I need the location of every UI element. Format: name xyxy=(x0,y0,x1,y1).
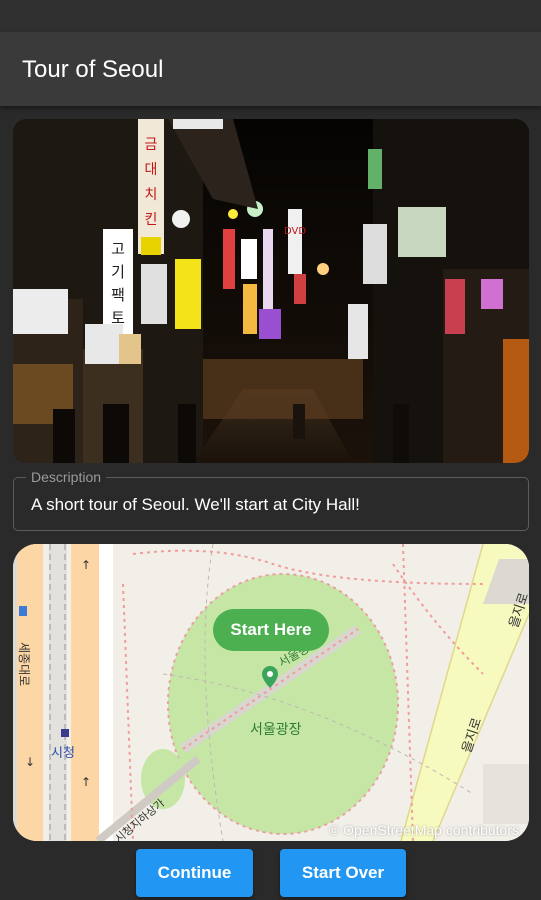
map-view[interactable]: ↑ ↓ ↑ 서울광장 서울광장 시청 세종대로 을지로 을지로 시청지하상가 S… xyxy=(13,544,529,841)
svg-text:고: 고 xyxy=(111,240,125,258)
map-attribution[interactable]: © OpenStreetMap contributors xyxy=(329,822,519,838)
seoul-street-photo: 금 대 치 킨 고 기 팩 토 DVD xyxy=(13,119,529,463)
svg-text:금: 금 xyxy=(145,137,158,153)
description-value[interactable]: A short tour of Seoul. We'll start at Ci… xyxy=(31,495,360,515)
svg-text:대: 대 xyxy=(145,162,158,178)
map-tiles: ↑ ↓ ↑ xyxy=(13,544,529,841)
map-label-city-hall: 시청 xyxy=(51,746,75,761)
start-here-marker[interactable]: Start Here xyxy=(213,609,329,651)
description-field[interactable]: Description A short tour of Seoul. We'll… xyxy=(13,469,529,531)
location-pin-icon[interactable] xyxy=(262,666,278,688)
svg-text:기: 기 xyxy=(111,263,125,281)
status-bar xyxy=(0,0,541,32)
app-bar: Tour of Seoul xyxy=(0,32,541,106)
svg-text:토: 토 xyxy=(111,309,125,327)
svg-text:팩: 팩 xyxy=(111,286,125,304)
map-label-road-left: 세종대로 xyxy=(17,642,31,687)
svg-text:킨: 킨 xyxy=(145,212,158,228)
street-night-image: 금 대 치 킨 고 기 팩 토 DVD xyxy=(13,119,529,463)
continue-button[interactable]: Continue xyxy=(136,849,253,897)
page-title: Tour of Seoul xyxy=(22,56,164,83)
start-over-button[interactable]: Start Over xyxy=(280,849,406,897)
description-label: Description xyxy=(26,469,107,485)
svg-text:치: 치 xyxy=(145,187,158,203)
svg-text:↑: ↑ xyxy=(81,558,91,572)
svg-text:↑: ↑ xyxy=(81,775,91,789)
svg-text:↓: ↓ xyxy=(25,755,35,769)
map-label-plaza: 서울광장 xyxy=(250,722,302,738)
svg-text:DVD: DVD xyxy=(284,226,306,237)
